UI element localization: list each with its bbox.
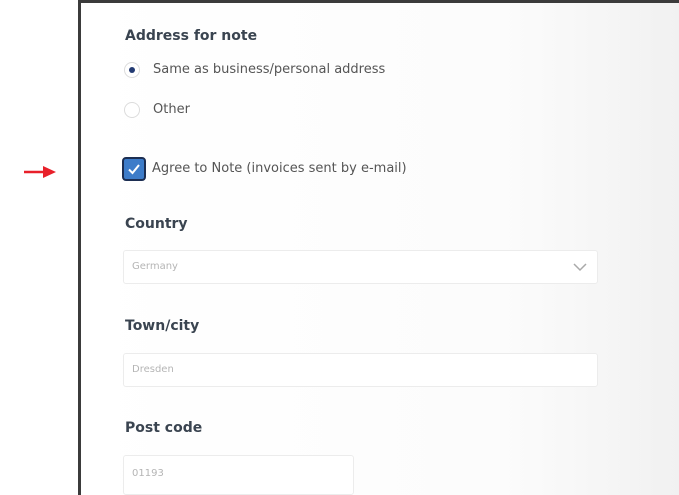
- post-code-value: 01193: [132, 468, 164, 479]
- country-select[interactable]: Germany: [123, 250, 598, 284]
- chevron-down-icon[interactable]: [573, 263, 587, 272]
- country-select-value: Germany: [132, 261, 178, 272]
- radio-other-label: Other: [153, 102, 190, 117]
- town-city-value: Dresden: [132, 364, 174, 375]
- radio-button-unselected[interactable]: [124, 102, 140, 118]
- agree-to-note-label: Agree to Note (invoices sent by e-mail): [152, 161, 407, 176]
- town-city-label: Town/city: [125, 318, 200, 334]
- radio-button-selected[interactable]: [124, 62, 140, 78]
- address-for-note-heading: Address for note: [125, 28, 258, 44]
- note-address-form: Address for note Same as business/person…: [78, 0, 679, 495]
- post-code-input[interactable]: 01193: [123, 455, 354, 495]
- post-code-label: Post code: [125, 420, 203, 436]
- town-city-input[interactable]: Dresden: [123, 353, 598, 387]
- country-label: Country: [125, 216, 188, 232]
- annotation-arrow-icon: [24, 166, 56, 178]
- radio-same-address-label: Same as business/personal address: [153, 62, 386, 77]
- agree-to-note-checkbox[interactable]: [122, 157, 146, 181]
- checkmark-icon: [128, 164, 140, 175]
